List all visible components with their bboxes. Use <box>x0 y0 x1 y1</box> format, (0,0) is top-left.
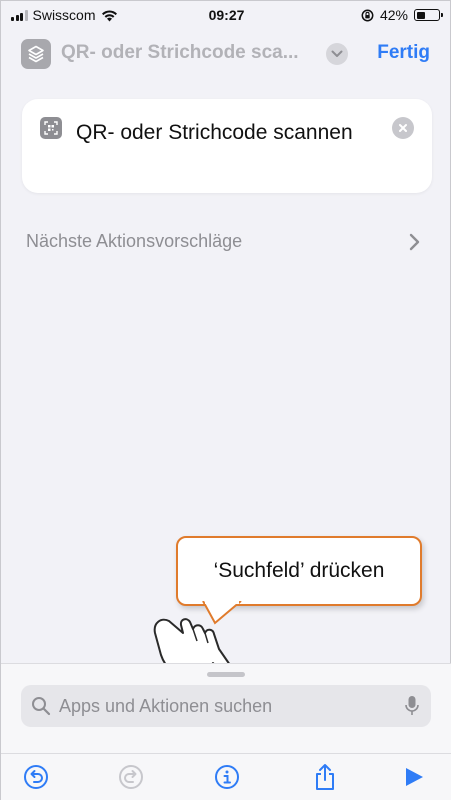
share-icon <box>316 764 334 790</box>
search-field[interactable]: Apps und Aktionen suchen <box>21 685 431 727</box>
share-button[interactable] <box>310 762 340 792</box>
info-icon <box>215 765 239 789</box>
run-button[interactable] <box>399 762 429 792</box>
action-title: QR- oder Strichcode scannen <box>76 121 353 144</box>
undo-icon <box>24 765 48 789</box>
play-icon <box>406 768 423 786</box>
status-bar: Swisscom 09:27 42% <box>1 1 451 31</box>
nav-bar: QR- oder Strichcode sca... Fertig <box>1 31 451 77</box>
info-button[interactable] <box>212 762 242 792</box>
search-icon <box>32 697 51 716</box>
done-button[interactable]: Fertig <box>377 42 430 64</box>
next-action-suggestions[interactable]: Nächste Aktionsvorschläge <box>26 231 421 255</box>
shortcut-title[interactable]: QR- oder Strichcode sca... <box>61 42 299 64</box>
chevron-down-icon[interactable] <box>326 43 348 65</box>
screen: Swisscom 09:27 42% QR- oder Strichcode s… <box>0 0 451 800</box>
action-card[interactable]: QR- oder Strichcode scannen <box>22 99 432 193</box>
sheet-grabber[interactable] <box>207 672 245 677</box>
chevron-right-icon <box>409 233 420 251</box>
tutorial-callout: ‘Suchfeld’ drücken <box>176 536 422 606</box>
status-right: 42% <box>361 7 443 23</box>
battery-fill <box>416 11 426 19</box>
callout-text: ‘Suchfeld’ drücken <box>213 559 385 582</box>
microphone-icon[interactable] <box>405 695 419 717</box>
battery-icon <box>414 9 443 21</box>
suggestions-label: Nächste Aktionsvorschläge <box>26 231 243 251</box>
shortcuts-app-icon <box>21 39 51 69</box>
redo-button[interactable] <box>116 762 146 792</box>
search-placeholder: Apps und Aktionen suchen <box>59 696 273 716</box>
bottom-toolbar <box>1 753 451 800</box>
battery-percent: 42% <box>379 7 408 23</box>
close-icon <box>399 124 407 132</box>
remove-action-button[interactable] <box>392 117 414 139</box>
redo-icon <box>119 765 143 789</box>
undo-button[interactable] <box>21 762 51 792</box>
rotation-lock-icon <box>361 9 374 21</box>
